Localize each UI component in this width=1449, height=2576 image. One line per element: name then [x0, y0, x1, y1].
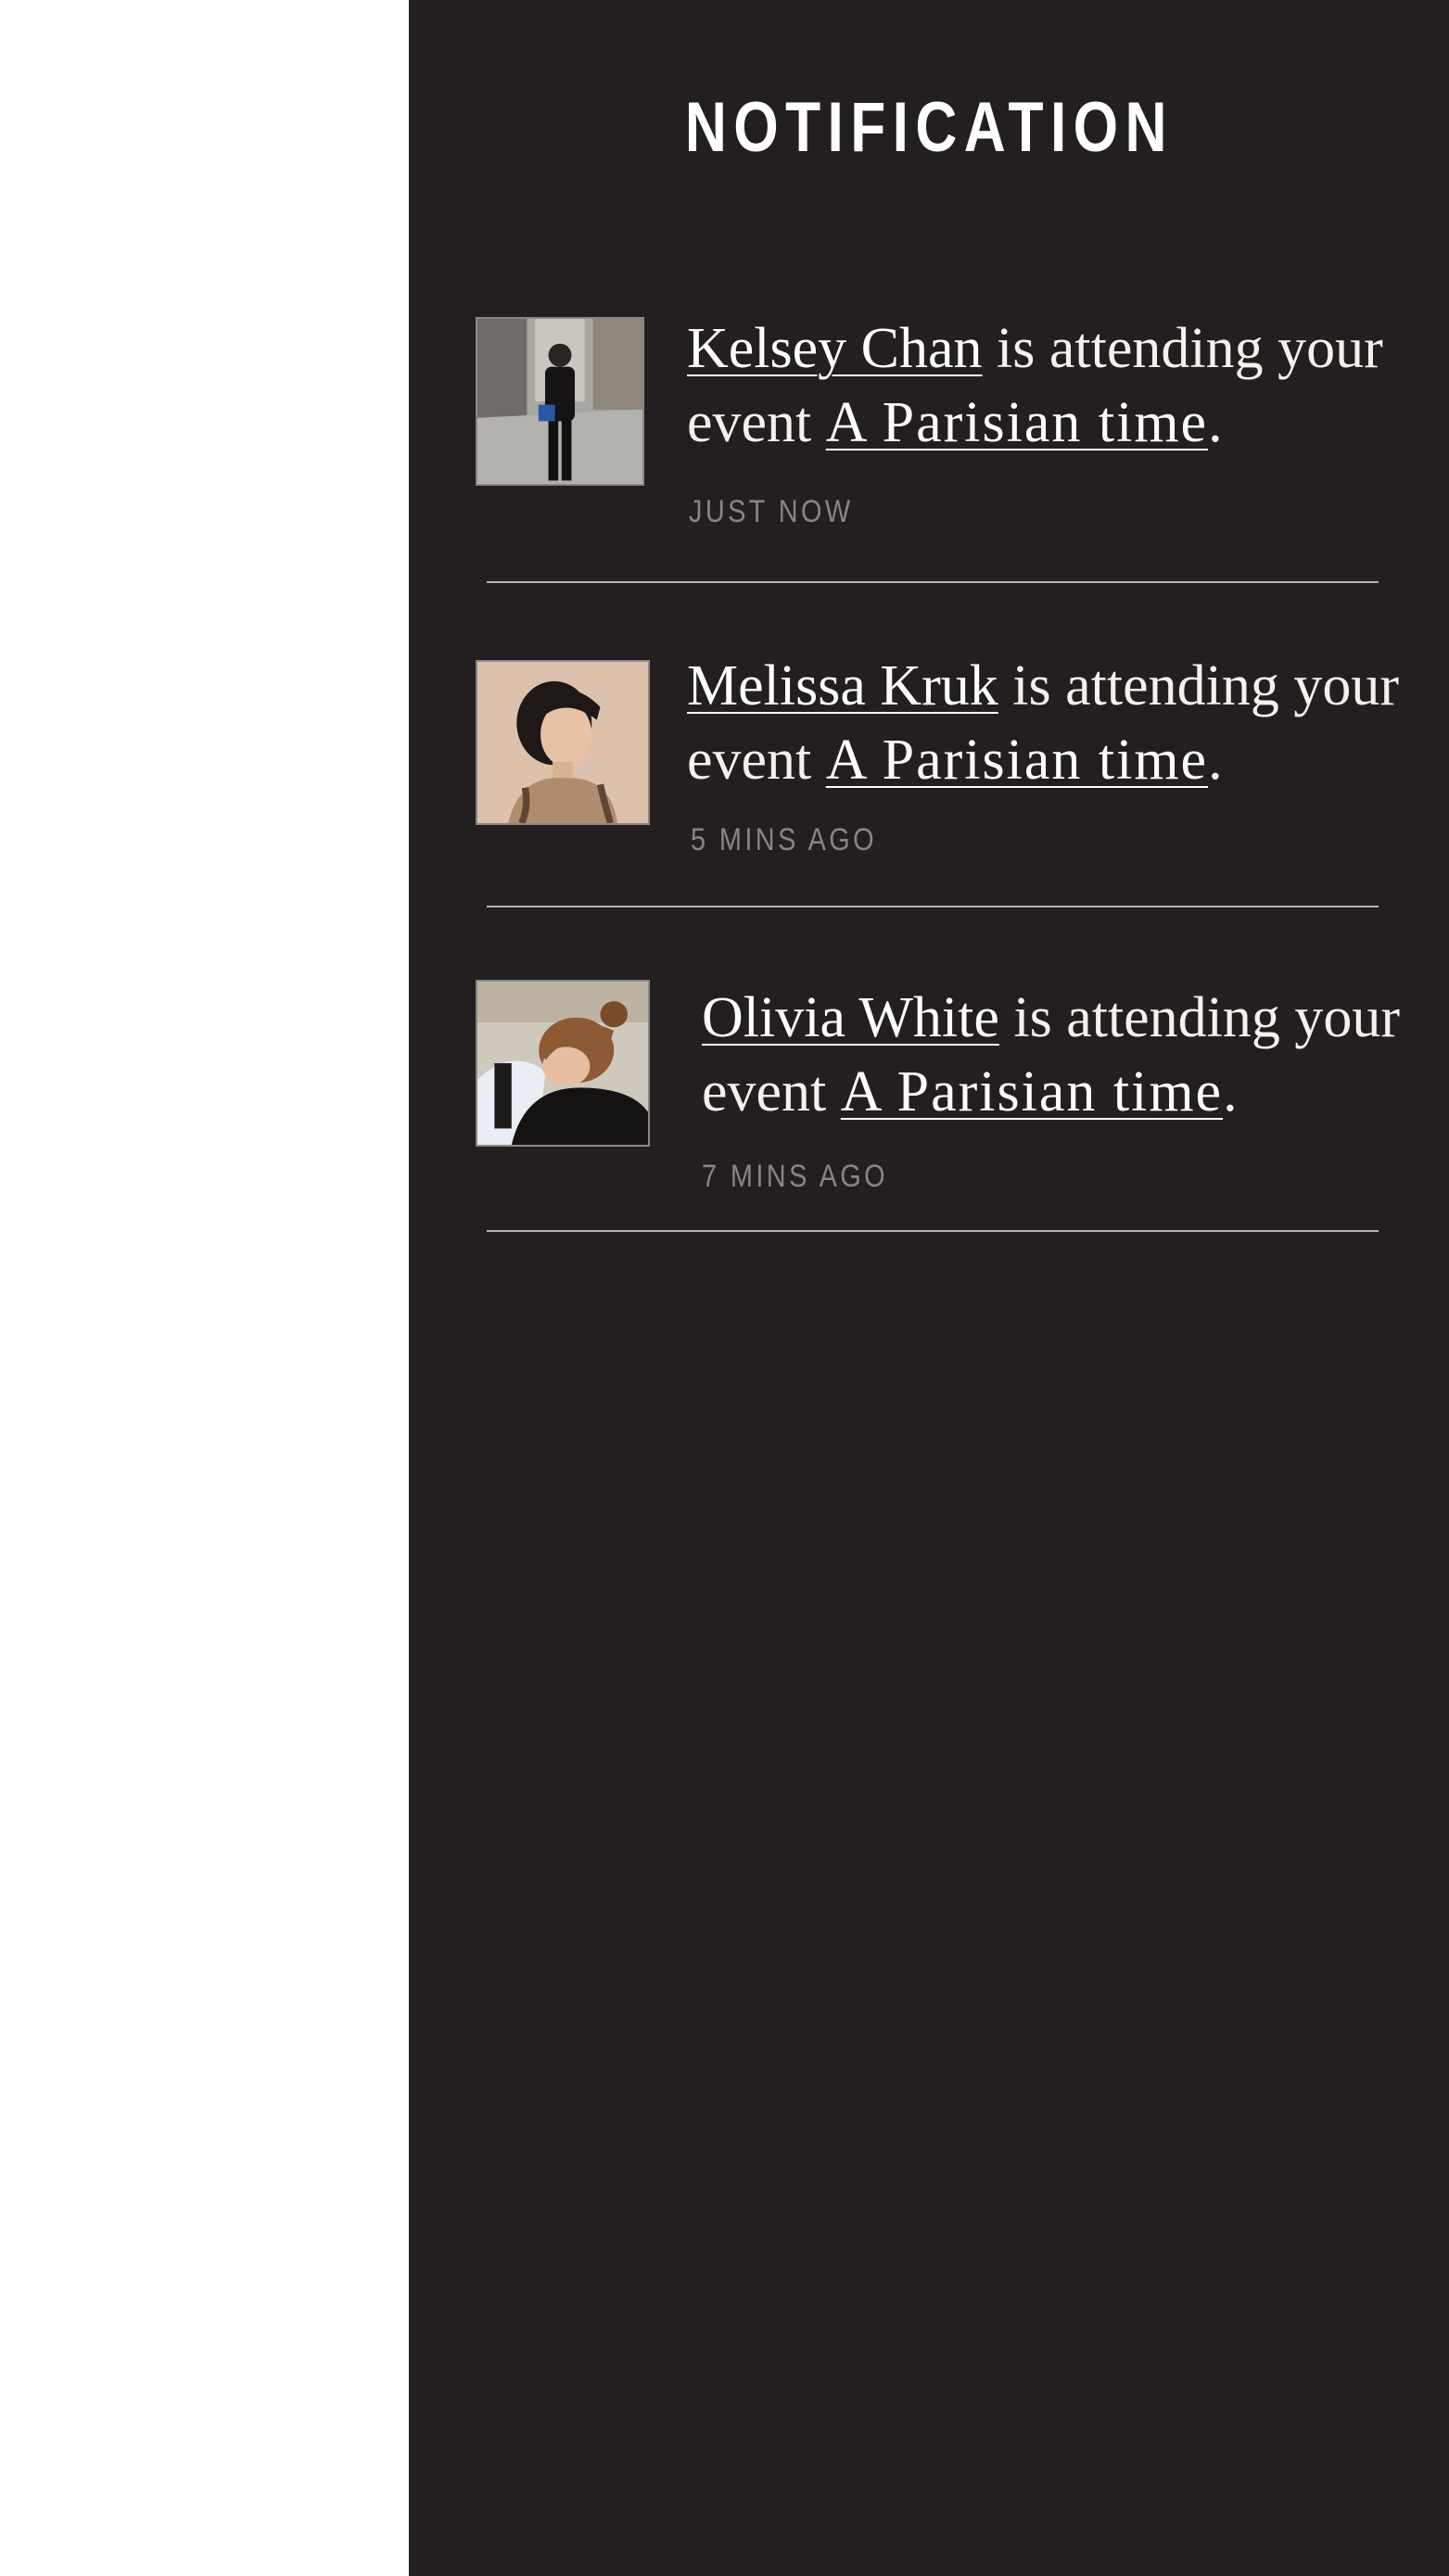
person-street-photo-icon: [477, 319, 642, 484]
event-link[interactable]: A Parisian time: [841, 1060, 1223, 1123]
notification-message: Kelsey Chan is attending your event A Pa…: [687, 311, 1429, 460]
user-link[interactable]: Melissa Kruk: [687, 654, 998, 717]
timestamp: 7 MINS AGO: [702, 1159, 889, 1194]
punctuation: .: [1208, 729, 1223, 792]
user-link[interactable]: Kelsey Chan: [687, 317, 983, 380]
punctuation: .: [1223, 1060, 1238, 1123]
woman-portrait-photo-icon: [477, 662, 648, 823]
user-link[interactable]: Olivia White: [702, 986, 999, 1049]
divider: [487, 906, 1379, 907]
notification-panel: NOTIFICATION Kelsey Chan is attending yo…: [409, 0, 1449, 2576]
timestamp: 5 MINS AGO: [691, 822, 878, 857]
event-link[interactable]: A Parisian time: [826, 729, 1208, 792]
woman-hair-bun-photo-icon: [477, 982, 648, 1145]
punctuation: .: [1208, 391, 1223, 454]
divider: [487, 1230, 1379, 1232]
avatar[interactable]: [476, 660, 650, 825]
timestamp: JUST NOW: [689, 494, 854, 529]
notification-message: Melissa Kruk is attending your event A P…: [687, 649, 1429, 797]
avatar[interactable]: [476, 980, 650, 1147]
notification-message: Olivia White is attending your event A P…: [702, 981, 1443, 1129]
page-title: NOTIFICATION: [684, 88, 1174, 167]
event-link[interactable]: A Parisian time: [826, 391, 1208, 454]
divider: [487, 581, 1379, 583]
avatar[interactable]: [476, 317, 644, 486]
